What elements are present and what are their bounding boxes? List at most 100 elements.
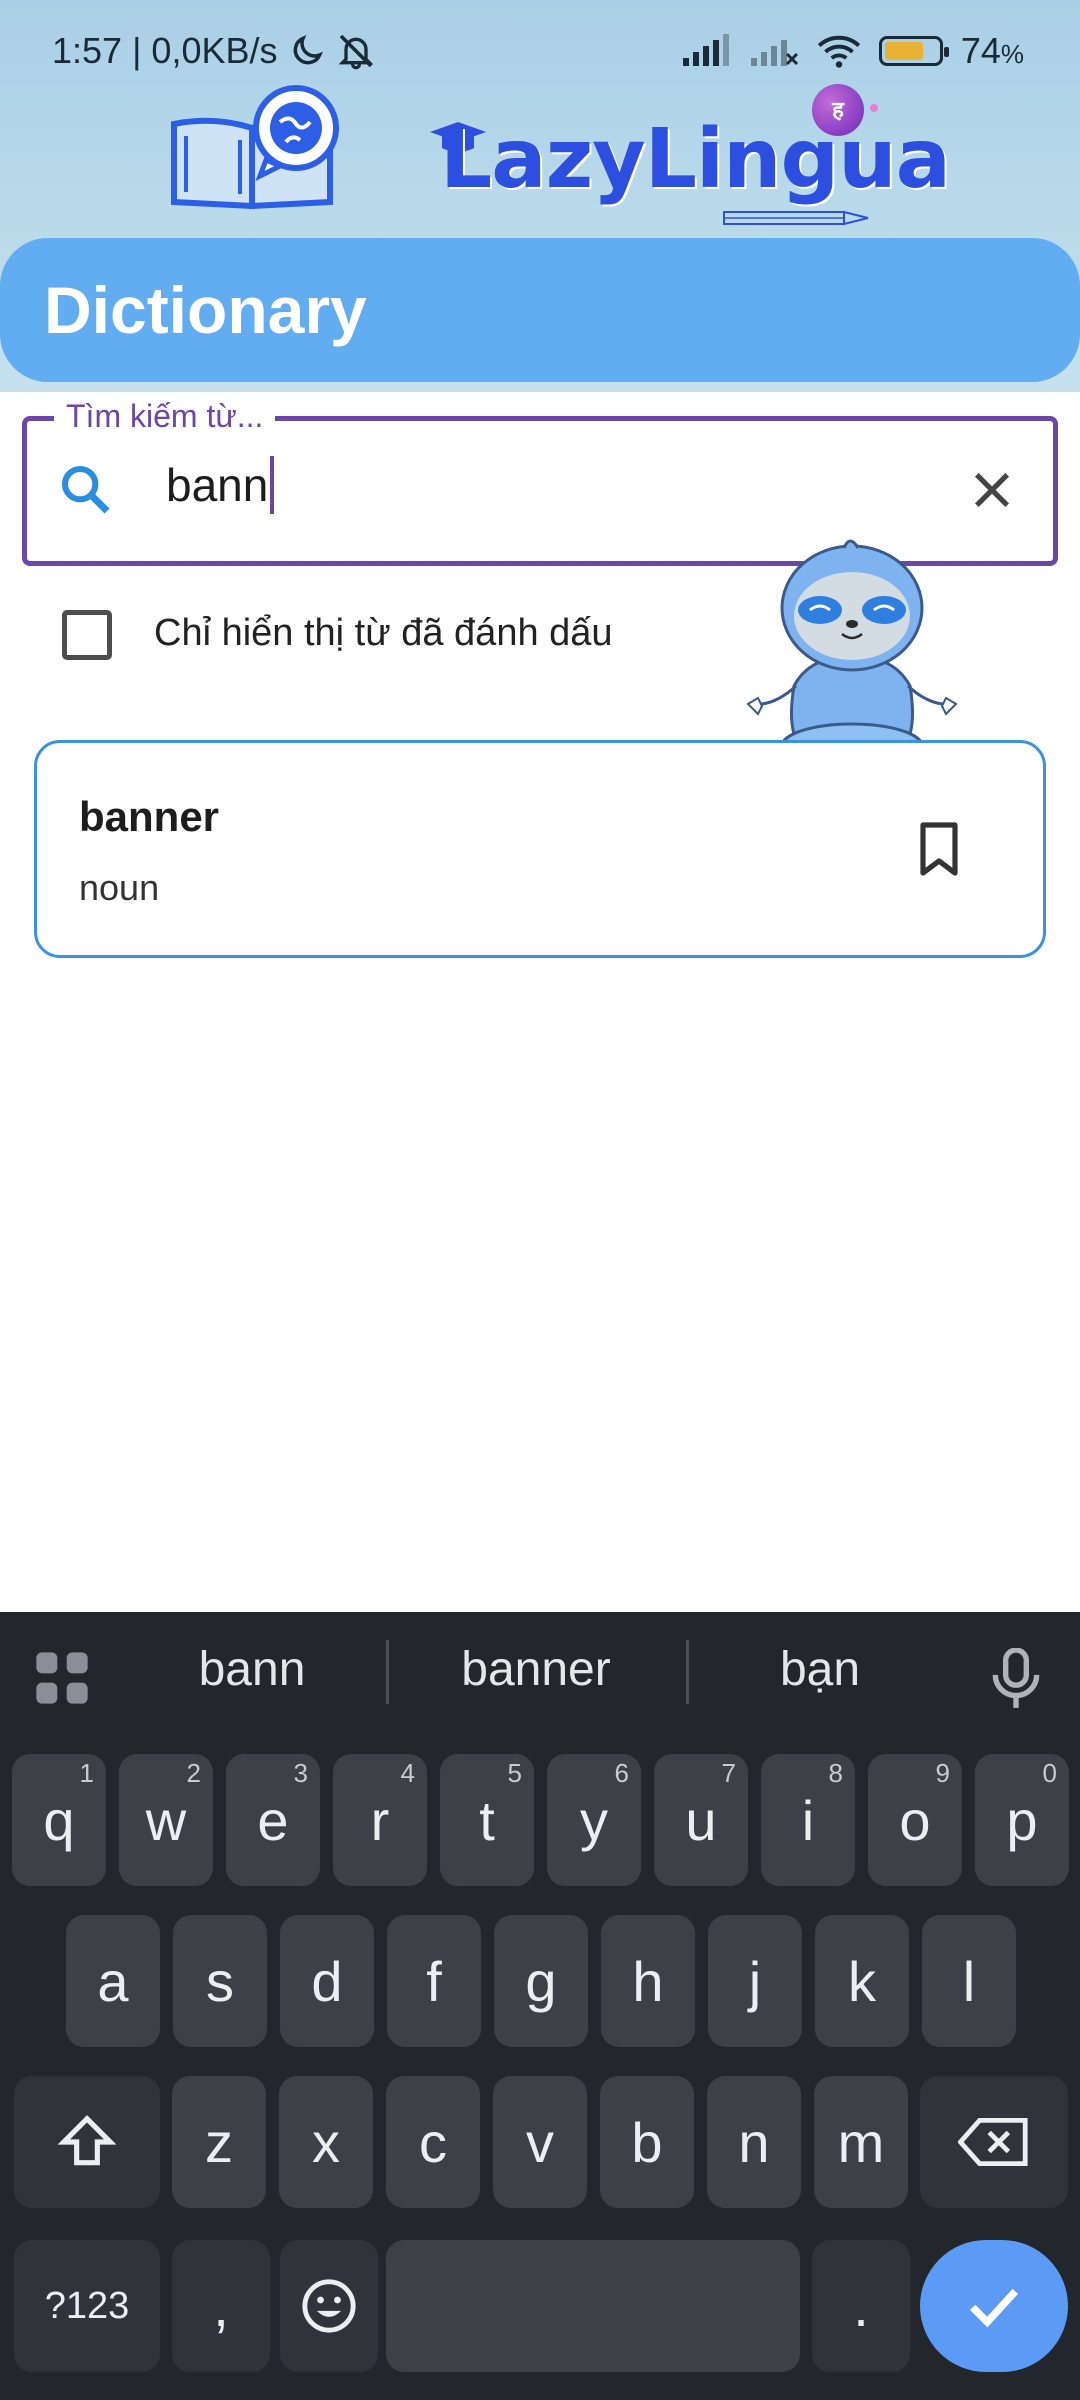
key-o-hint: 9: [935, 1758, 950, 1788]
apps-grid-icon[interactable]: [34, 1650, 90, 1706]
suggestion-3[interactable]: bạn: [690, 1642, 950, 1697]
key-w-hint: 2: [186, 1758, 201, 1788]
symbols-key[interactable]: ?123: [14, 2240, 160, 2372]
shift-icon: [57, 2115, 117, 2166]
key-s[interactable]: s: [173, 1915, 267, 2047]
key-w[interactable]: w2: [119, 1754, 213, 1886]
bookmark-icon[interactable]: [915, 821, 963, 877]
key-q-label: q: [43, 1788, 75, 1852]
key-w-label: w: [145, 1788, 187, 1852]
key-v[interactable]: v: [493, 2076, 587, 2208]
key-t-hint: 5: [507, 1758, 522, 1788]
status-bar: 1:57 | 0,0KB/s 74%: [0, 0, 1080, 104]
key-l[interactable]: l: [922, 1915, 1016, 2047]
suggestion-divider: [386, 1640, 389, 1704]
key-f[interactable]: f: [387, 1915, 481, 2047]
key-u-hint: 7: [721, 1758, 736, 1788]
key-e[interactable]: e3: [226, 1754, 320, 1886]
key-n-label: n: [738, 2110, 770, 2174]
brand-name: LazyLingua: [440, 112, 951, 207]
key-x-label: x: [312, 2110, 340, 2174]
signal-icon: [682, 34, 729, 66]
key-u-label: u: [685, 1788, 717, 1852]
key-v-label: v: [526, 2110, 554, 2174]
book-globe-logo-icon: [171, 85, 339, 210]
battery-percent: 74%: [960, 30, 1024, 71]
key-a[interactable]: a: [66, 1915, 160, 2047]
search-value[interactable]: bann: [166, 455, 275, 518]
checkmark-icon: [970, 2288, 1019, 2328]
key-d-label: d: [311, 1949, 343, 2013]
key-r[interactable]: r4: [333, 1754, 427, 1886]
key-s-label: s: [206, 1949, 234, 2013]
key-t[interactable]: t5: [440, 1754, 534, 1886]
key-i[interactable]: i8: [761, 1754, 855, 1886]
key-n[interactable]: n: [707, 2076, 801, 2208]
suggestion-1[interactable]: bann: [122, 1642, 382, 1697]
key-o[interactable]: o9: [868, 1754, 962, 1886]
key-p[interactable]: p0: [975, 1754, 1069, 1886]
key-h[interactable]: h: [601, 1915, 695, 2047]
key-p-hint: 0: [1042, 1758, 1057, 1788]
emoji-key[interactable]: [280, 2240, 378, 2372]
key-q[interactable]: q1: [12, 1754, 106, 1886]
key-c[interactable]: c: [386, 2076, 480, 2208]
key-m[interactable]: m: [814, 2076, 908, 2208]
key-h-label: h: [632, 1949, 664, 2013]
key-k-label: k: [848, 1949, 876, 2013]
key-u[interactable]: u7: [654, 1754, 748, 1886]
result-part-of-speech: noun: [79, 867, 160, 908]
key-d[interactable]: d: [280, 1915, 374, 2047]
page-title: Dictionary: [44, 273, 367, 347]
status-time: 1:57 | 0,0KB/s: [52, 30, 278, 71]
key-i-label: i: [801, 1788, 815, 1852]
key-r-label: r: [370, 1788, 390, 1852]
key-y-hint: 6: [614, 1758, 629, 1788]
suggestion-divider: [686, 1640, 689, 1704]
search-label: Tìm kiếm từ...: [54, 398, 276, 435]
key-b[interactable]: b: [600, 2076, 694, 2208]
comma-key[interactable]: ,: [172, 2240, 270, 2372]
moon-icon: [293, 35, 323, 65]
bookmarked-only-checkbox[interactable]: [62, 610, 112, 660]
battery-icon: [878, 36, 949, 66]
suggestion-bar: bann banner bạn: [0, 1612, 1080, 1738]
key-e-label: e: [257, 1788, 289, 1852]
key-z[interactable]: z: [172, 2076, 266, 2208]
muted-bell-icon: [338, 34, 373, 70]
key-k[interactable]: k: [815, 1915, 909, 2047]
bookmarked-only-label[interactable]: Chỉ hiển thị từ đã đánh dấu: [154, 612, 613, 655]
key-e-hint: 3: [293, 1758, 308, 1788]
text-cursor: [270, 455, 275, 514]
wifi-icon: [817, 35, 860, 68]
badge-dot: [870, 104, 878, 112]
enter-key[interactable]: [920, 2240, 1068, 2372]
key-f-label: f: [426, 1949, 442, 2013]
key-a-label: a: [97, 1949, 129, 2013]
backspace-icon: [958, 2118, 1028, 2166]
period-key[interactable]: .: [812, 2240, 910, 2372]
key-y[interactable]: y6: [547, 1754, 641, 1886]
key-o-label: o: [899, 1788, 931, 1852]
key-t-label: t: [479, 1788, 495, 1852]
app-badge-icon[interactable]: ह: [812, 84, 864, 136]
key-m-label: m: [837, 2110, 885, 2174]
key-r-hint: 4: [400, 1758, 415, 1788]
key-j[interactable]: j: [708, 1915, 802, 2047]
shift-key[interactable]: [14, 2076, 160, 2208]
key-z-label: z: [205, 2110, 233, 2174]
result-card[interactable]: banner noun: [34, 740, 1046, 958]
key-q-hint: 1: [79, 1758, 94, 1788]
key-g[interactable]: g: [494, 1915, 588, 2047]
suggestion-2[interactable]: banner: [406, 1642, 666, 1697]
key-y-label: y: [580, 1788, 608, 1852]
pencil-icon: [723, 210, 869, 226]
key-p-label: p: [1006, 1788, 1038, 1852]
key-j-label: j: [748, 1949, 762, 2013]
microphone-icon[interactable]: [990, 1648, 1042, 1710]
key-i-hint: 8: [828, 1758, 843, 1788]
space-key[interactable]: [386, 2240, 800, 2372]
clear-search-icon[interactable]: [966, 464, 1018, 516]
backspace-key[interactable]: [920, 2076, 1068, 2208]
key-x[interactable]: x: [279, 2076, 373, 2208]
